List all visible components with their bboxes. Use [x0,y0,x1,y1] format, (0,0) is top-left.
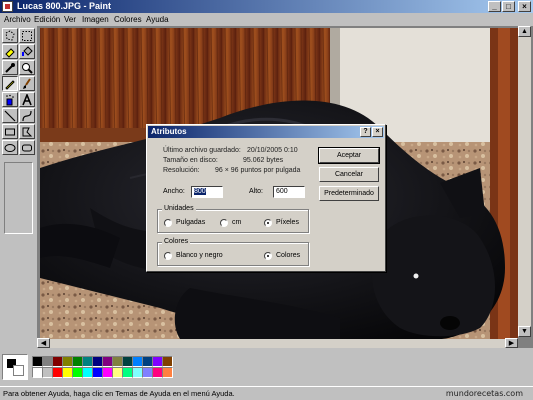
resolution-value: 96 × 96 puntos por pulgada [215,167,301,174]
close-button[interactable]: × [518,1,531,12]
text-tool[interactable] [19,92,35,107]
paint-app-icon[interactable] [2,1,13,12]
tool-options-box[interactable] [4,162,33,234]
pencil-icon [5,80,15,90]
height-label: Alto: [249,188,264,195]
units-group: Unidades Pulgadas cm Píxeles [157,204,309,233]
text-icon [22,94,32,106]
help-button[interactable]: ? [360,127,371,137]
palette-swatch[interactable] [162,367,173,378]
fill-bucket-icon [22,46,33,56]
minimize-button[interactable]: _ [488,1,501,12]
colors-group-title: Colores [162,237,191,247]
last-saved-row: Último archivo guardado: 20/10/2005 0:10 [163,146,298,155]
toolbox [0,26,37,348]
curve-tool[interactable] [19,108,35,123]
color-palette [0,348,533,386]
line-icon [4,110,16,122]
disk-size-value: 95.062 bytes [243,157,284,164]
menu-colores[interactable]: Colores [114,13,142,26]
units-cm-radio[interactable] [220,219,228,227]
dialog-title: Atributos [151,127,187,136]
brush-tool[interactable] [19,76,35,91]
line-tool[interactable] [2,108,18,123]
eyedropper-icon [5,63,15,73]
menu-archivo[interactable]: Archivo [4,13,31,26]
vertical-scrollbar[interactable]: ▲ ▼ [518,26,531,337]
fill-bucket-tool[interactable] [19,44,35,59]
units-pixels-label[interactable]: Píxeles [276,218,299,227]
black-white-radio[interactable] [164,252,172,260]
pencil-tool[interactable] [2,76,18,91]
palette-swatch[interactable] [162,356,173,367]
status-text: Para obtener Ayuda, haga clic en Temas d… [3,389,235,398]
eraser-tool[interactable] [2,44,18,59]
cancel-button[interactable]: Cancelar [319,167,379,182]
magnifier-tool[interactable] [19,60,35,75]
width-label: Ancho: [163,188,185,195]
horizontal-scrollbar[interactable]: ◀ ▶ [37,338,518,348]
color-picker-tool[interactable] [2,60,18,75]
menu-bar: Archivo Edición Ver Imagen Colores Ayuda [0,13,533,26]
rounded-rectangle-tool[interactable] [19,140,35,155]
disk-size-row: Tamaño en disco: 95.062 bytes [163,156,283,165]
width-input[interactable]: 800 [191,186,223,198]
airbrush-tool[interactable] [2,92,18,107]
colors-label[interactable]: Colores [276,251,300,260]
black-white-label[interactable]: Blanco y negro [176,251,223,260]
last-saved-label: Último archivo guardado: [163,147,241,154]
units-inches-label[interactable]: Pulgadas [176,218,205,227]
watermark-text: mundorecetas.com [445,389,523,398]
background-color-swatch [13,365,24,376]
free-select-tool[interactable] [2,28,18,43]
scroll-right-icon[interactable]: ▶ [505,338,518,348]
rounded-rectangle-icon [22,144,32,152]
window-title: Lucas 800.JPG - Paint [17,1,112,11]
resolution-label: Resolución: [163,167,200,174]
title-bar: Lucas 800.JPG - Paint _ □ × [0,0,533,13]
units-inches-radio[interactable] [164,219,172,227]
scroll-down-icon[interactable]: ▼ [518,326,531,337]
colors-group: Colores Blanco y negro Colores [157,237,309,266]
resolution-row: Resolución: 96 × 96 puntos por pulgada [163,166,300,175]
dialog-title-bar: Atributos ? × [148,126,384,138]
brush-icon [23,78,31,89]
units-cm-label[interactable]: cm [232,218,241,227]
status-bar: Para obtener Ayuda, haga clic en Temas d… [0,386,533,400]
scroll-up-icon[interactable]: ▲ [518,26,531,37]
height-input[interactable]: 600 [273,186,305,198]
rect-select-icon [22,31,32,41]
airbrush-icon [6,94,14,106]
default-button[interactable]: Predeterminado [319,186,379,201]
last-saved-value: 20/10/2005 0:10 [247,147,298,154]
menu-ayuda[interactable]: Ayuda [146,13,169,26]
units-pixels-radio[interactable] [264,219,272,227]
magnifier-icon [22,63,33,74]
menu-imagen[interactable]: Imagen [82,13,109,26]
polygon-tool[interactable] [19,124,35,139]
ellipse-icon [4,144,16,152]
maximize-button[interactable]: □ [502,1,515,12]
menu-ver[interactable]: Ver [64,13,76,26]
current-colors-box [2,354,28,380]
ellipse-tool[interactable] [2,140,18,155]
disk-size-label: Tamaño en disco: [163,157,218,164]
colors-radio[interactable] [264,252,272,260]
attributes-dialog: Atributos ? × Último archivo guardado: 2… [146,124,386,272]
eraser-icon [5,48,15,58]
rect-select-tool[interactable] [19,28,35,43]
height-value: 600 [276,188,288,195]
polygon-icon [22,127,33,137]
accept-button[interactable]: Aceptar [318,147,380,164]
dialog-close-button[interactable]: × [372,127,383,137]
rectangle-icon [5,128,15,136]
rectangle-tool[interactable] [2,124,18,139]
curve-icon [22,110,32,122]
scroll-left-icon[interactable]: ◀ [37,338,50,348]
free-select-icon [5,30,15,41]
units-group-title: Unidades [162,204,196,214]
menu-edicion[interactable]: Edición [34,13,60,26]
width-value: 800 [194,188,206,195]
